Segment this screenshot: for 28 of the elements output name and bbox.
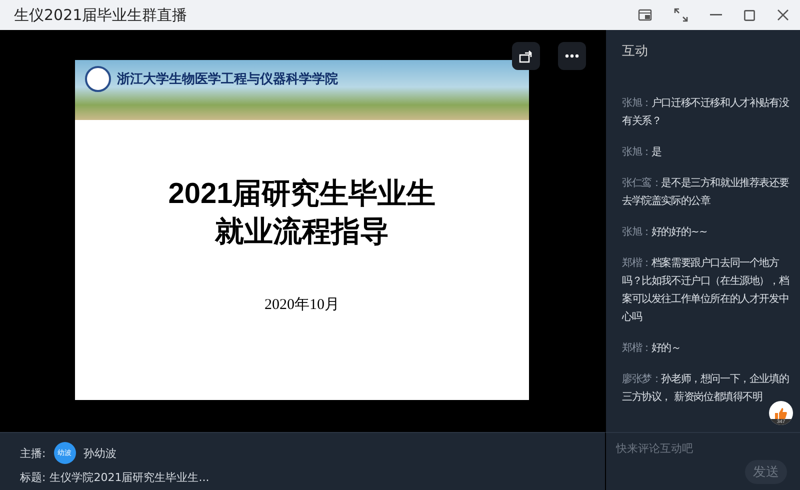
picture-in-picture-icon[interactable] bbox=[638, 9, 652, 21]
minimize-icon[interactable] bbox=[710, 14, 722, 16]
share-button[interactable] bbox=[512, 42, 540, 70]
comment-field[interactable]: 快来评论互动吧 bbox=[614, 441, 788, 456]
chat-message: 张旭：是 bbox=[622, 145, 662, 160]
host-name: 孙幼波 bbox=[84, 446, 117, 460]
title-label: 标题: bbox=[20, 470, 46, 485]
maximize-icon[interactable] bbox=[744, 10, 755, 20]
college-logo-icon bbox=[85, 66, 111, 92]
chat-title: 互动 bbox=[622, 43, 649, 60]
window-title: 生仪2021届毕业生群直播 bbox=[14, 6, 188, 24]
share-icon bbox=[519, 50, 533, 62]
stream-title: 生仪学院2021届研究生毕业生... bbox=[50, 470, 210, 485]
chat-message: 张旭：户口迁移不迁移和人才补贴有没有关系？ bbox=[622, 96, 790, 129]
close-icon[interactable] bbox=[777, 9, 789, 21]
chat-message: 郑楷：档案需要跟户口去同一个地方吗？比如我不迁户口（在生源地），档案可以发往工作单位所在的人才开发中心吗 bbox=[622, 256, 790, 325]
chat-message: 张旭：好的好的~~ bbox=[622, 225, 708, 240]
shrink-icon[interactable] bbox=[674, 8, 688, 22]
chat-message: 郑楷：好的～ bbox=[622, 341, 682, 356]
more-icon bbox=[565, 54, 579, 58]
thumbs-up-icon bbox=[775, 408, 787, 419]
banner-title: 浙江大学生物医学工程与仪器科学学院 bbox=[117, 70, 338, 88]
slide-date: 2020年10月 bbox=[264, 296, 340, 314]
more-button[interactable] bbox=[558, 42, 586, 70]
slide-title: 2021届研究生毕业生 bbox=[168, 177, 436, 212]
slide-title: 就业流程指导 bbox=[214, 215, 390, 250]
host-label: 主播: bbox=[20, 446, 46, 460]
chat-message: 张仁鸾：是不是三方和就业推荐表还要去学院盖实际的公章 bbox=[622, 176, 790, 209]
